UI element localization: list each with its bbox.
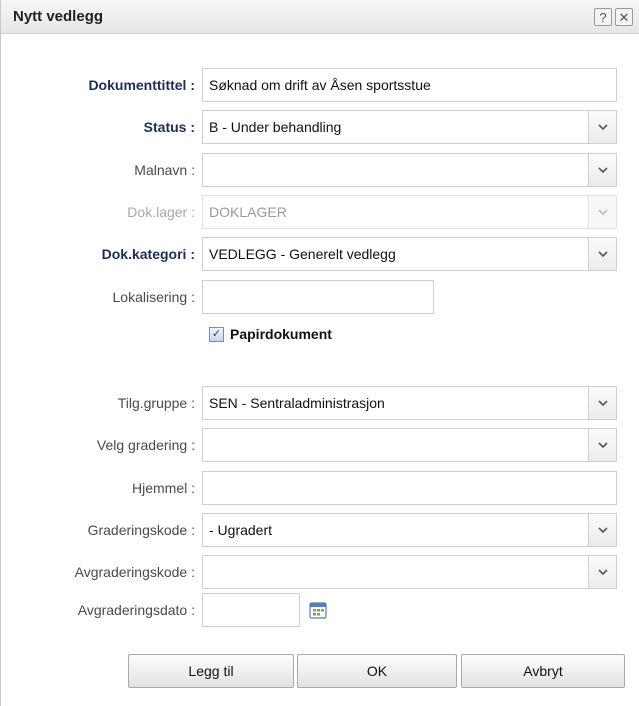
close-icon[interactable]: ✕ <box>615 8 633 26</box>
dokumenttittel-label: Dokumenttittel : <box>88 77 195 93</box>
hjemmel-input[interactable] <box>202 471 617 505</box>
row-dokkategori: Dok.kategori : VEDLEGG - Generelt vedleg… <box>1 237 639 271</box>
papirdokument-label[interactable]: Papirdokument <box>230 326 332 342</box>
avgraderingskode-select[interactable] <box>202 555 617 589</box>
ok-button[interactable]: OK <box>297 654 457 688</box>
dialog-body: Dokumenttittel : Status : B - Under beha… <box>1 35 639 706</box>
status-value: B - Under behandling <box>209 119 342 135</box>
row-doklager: Dok.lager : DOKLAGER <box>1 195 639 229</box>
chevron-down-icon[interactable] <box>588 514 616 546</box>
help-icon[interactable]: ? <box>594 8 612 26</box>
doklager-select: DOKLAGER <box>202 195 617 229</box>
avgraderingsdato-input[interactable] <box>202 593 300 627</box>
dialog-titlebar: Nytt vedlegg ? ✕ <box>1 0 639 34</box>
tilggruppe-value: SEN - Sentraladministrasjon <box>209 395 385 411</box>
chevron-down-icon[interactable] <box>588 387 616 419</box>
velggradering-label: Velg gradering : <box>96 437 195 453</box>
doklager-value: DOKLAGER <box>209 204 287 220</box>
velggradering-select[interactable] <box>202 428 617 462</box>
hjemmel-text[interactable] <box>203 472 616 504</box>
lokalisering-text[interactable] <box>203 281 433 313</box>
row-tilggruppe: Tilg.gruppe : SEN - Sentraladministrasjo… <box>1 386 639 420</box>
cancel-button[interactable]: Avbryt <box>461 654 625 688</box>
row-dokumenttittel: Dokumenttittel : <box>1 68 639 102</box>
row-avgraderingskode: Avgraderingskode : <box>1 555 639 589</box>
row-malnavn: Malnavn : <box>1 153 639 187</box>
malnavn-value <box>203 154 588 186</box>
graderingskode-select[interactable]: - Ugradert <box>202 513 617 547</box>
papirdokument-checkbox-row[interactable]: ✓ Papirdokument <box>209 326 332 342</box>
dokkategori-value: VEDLEGG - Generelt vedlegg <box>209 246 396 262</box>
tilggruppe-label: Tilg.gruppe : <box>117 395 195 411</box>
chevron-down-icon[interactable] <box>588 154 616 186</box>
chevron-down-icon[interactable] <box>588 556 616 588</box>
hjemmel-label: Hjemmel : <box>131 480 195 496</box>
velggradering-value <box>203 429 588 461</box>
avgraderingsdato-text[interactable] <box>203 594 299 626</box>
new-attachment-dialog: Nytt vedlegg ? ✕ Dokumenttittel : Status… <box>0 0 639 706</box>
calendar-icon[interactable] <box>307 599 329 621</box>
row-velggradering: Velg gradering : <box>1 428 639 462</box>
papirdokument-checkbox[interactable]: ✓ <box>209 326 224 342</box>
chevron-down-icon[interactable] <box>588 111 616 143</box>
dokumenttittel-text[interactable] <box>203 69 616 101</box>
avgraderingskode-value <box>203 556 588 588</box>
chevron-down-icon <box>588 196 616 228</box>
graderingskode-value: - Ugradert <box>209 522 273 538</box>
malnavn-select[interactable] <box>202 153 617 187</box>
row-hjemmel: Hjemmel : <box>1 471 639 505</box>
row-status: Status : B - Under behandling <box>1 110 639 144</box>
add-button[interactable]: Legg til <box>128 654 294 688</box>
status-label: Status : <box>143 119 195 135</box>
chevron-down-icon[interactable] <box>588 238 616 270</box>
lokalisering-input[interactable] <box>202 280 434 314</box>
doklager-label: Dok.lager : <box>127 204 195 220</box>
avgraderingsdato-label: Avgraderingsdato : <box>77 602 195 618</box>
graderingskode-label: Graderingskode : <box>87 522 195 538</box>
dokkategori-label: Dok.kategori : <box>101 246 195 262</box>
dialog-title: Nytt vedlegg <box>13 8 104 25</box>
dokkategori-select[interactable]: VEDLEGG - Generelt vedlegg <box>202 237 617 271</box>
row-graderingskode: Graderingskode : - Ugradert <box>1 513 639 547</box>
status-select[interactable]: B - Under behandling <box>202 110 617 144</box>
tilggruppe-select[interactable]: SEN - Sentraladministrasjon <box>202 386 617 420</box>
lokalisering-label: Lokalisering : <box>112 289 196 305</box>
malnavn-label: Malnavn : <box>134 162 195 178</box>
avgraderingskode-label: Avgraderingskode : <box>74 564 195 580</box>
row-lokalisering: Lokalisering : <box>1 280 639 314</box>
chevron-down-icon[interactable] <box>588 429 616 461</box>
dokumenttittel-input[interactable] <box>202 68 617 102</box>
